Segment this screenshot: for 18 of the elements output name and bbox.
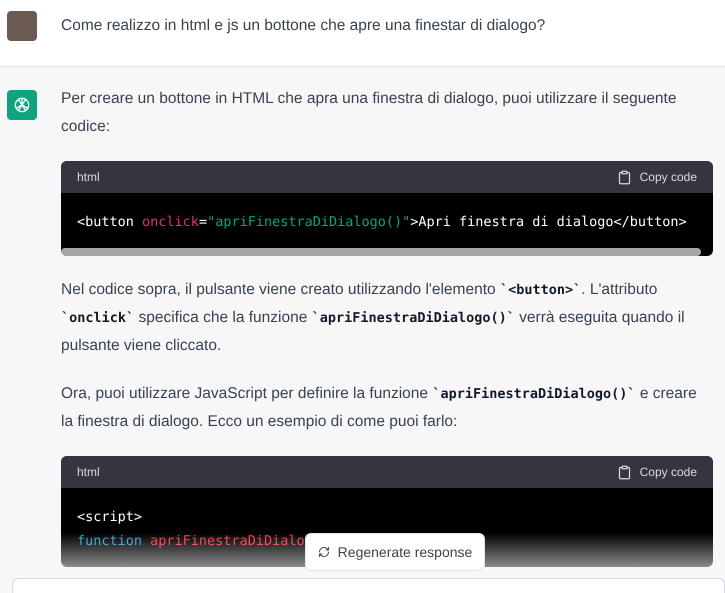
clipboard-icon — [616, 170, 632, 184]
code-line: function apriFinestraDiDialo — [77, 532, 305, 551]
code-language: html — [77, 169, 100, 186]
response-paragraph: Nel codice sopra, il pulsante viene creato utilizzando l'elemento `<button>`. L'attributo `onclick` specifica che la funzione `apriFinestraDiDialogo()` verrà eseguita quando il pulsante viene cliccato. — [61, 280, 686, 356]
clipboard-icon — [616, 464, 632, 480]
code-line: <script> — [77, 508, 142, 527]
response-paragraph: Ora, puoi utilizzare JavaScript per definire la funzione `apriFinestraDiDialogo()` e creare la finestra di dialogo. Ecco un esempio di come puoi farlo: — [61, 384, 698, 432]
code-line: <button onclick="apriFinestraDiDialogo()">Apri finestra di dialogo</button> — [77, 213, 687, 232]
scrollbar[interactable] — [61, 248, 701, 256]
copy-code-button[interactable]: Copy code — [616, 168, 697, 186]
assistant-logo-icon — [12, 95, 32, 115]
code-language: html — [77, 464, 100, 481]
refresh-icon — [318, 546, 330, 558]
copy-code-button[interactable]: Copy code — [616, 463, 697, 481]
response-paragraph: Per creare un bottone in HTML che apra una finestra di dialogo, puoi utilizzare il seguente codice: — [61, 89, 678, 137]
user-message: Come realizzo in html e js un bottone che apre una finestar di dialogo? — [61, 16, 546, 36]
user-avatar — [7, 11, 37, 41]
regenerate-response-button[interactable]: Regenerate response — [305, 533, 485, 571]
